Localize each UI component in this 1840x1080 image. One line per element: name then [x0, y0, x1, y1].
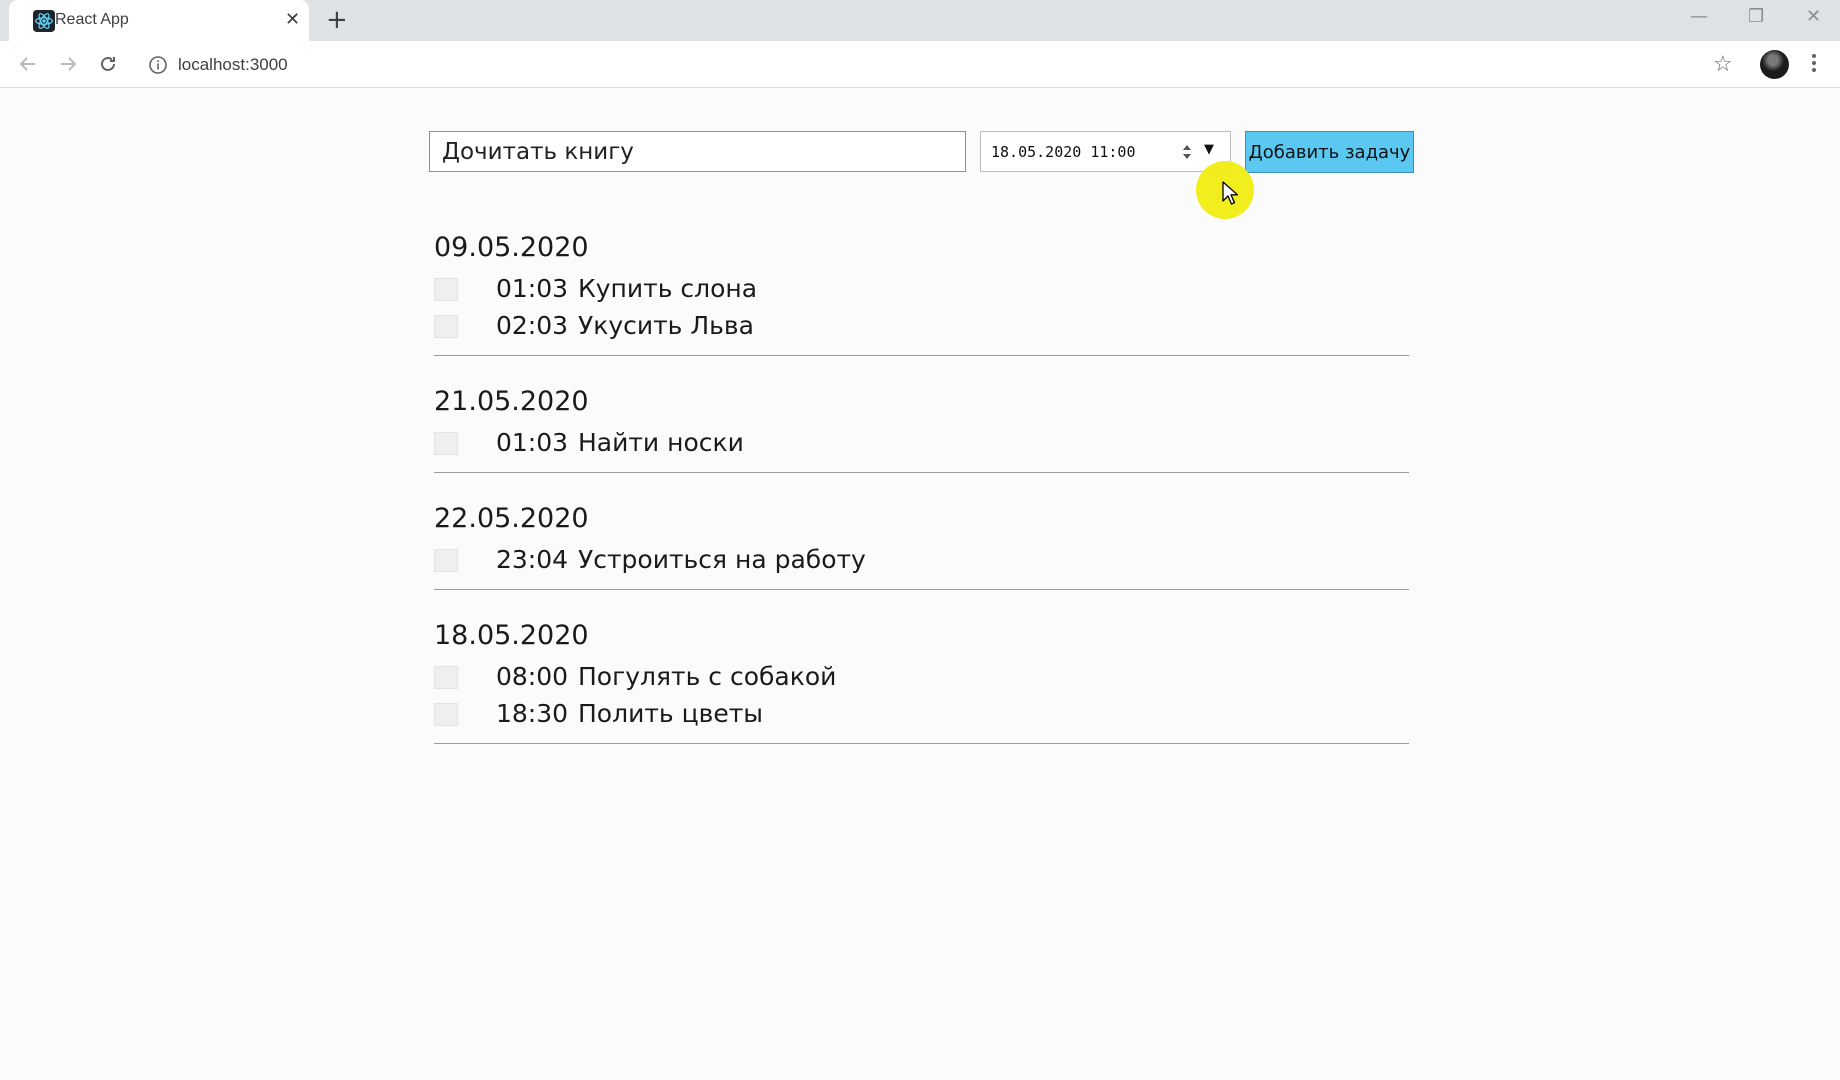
date-group: 09.05.2020 01:03 Купить слона 02:03 Укусить … [434, 226, 1409, 356]
task-title-input[interactable] [429, 131, 966, 172]
task-row: 08:00 Погулять с собакой [434, 658, 1409, 695]
task-time: 08:00 [496, 662, 569, 691]
task-time: 01:03 [496, 428, 569, 457]
close-window-icon[interactable]: ✕ [1806, 6, 1821, 27]
date-group: 18.05.2020 08:00 Погулять с собакой 18:30 По… [434, 614, 1409, 744]
site-info-icon[interactable] [148, 55, 168, 75]
minimize-icon[interactable]: — [1690, 6, 1708, 27]
group-date: 09.05.2020 [434, 232, 589, 263]
task-groups: 09.05.2020 01:03 Купить слона 02:03 Укусить … [434, 226, 1409, 768]
browser-toolbar: localhost:3000 [0, 41, 1840, 88]
group-date: 22.05.2020 [434, 503, 589, 534]
task-title: Устроиться на работу [578, 545, 866, 574]
date-group: 22.05.2020 23:04 Устроиться на работу [434, 497, 1409, 590]
browser-tab[interactable]: React App ✕ [9, 0, 309, 41]
restore-icon[interactable]: ❐ [1748, 6, 1764, 27]
group-date: 18.05.2020 [434, 620, 589, 651]
task-title: Купить слона [578, 274, 758, 303]
task-row: 01:03 Найти носки [434, 424, 1409, 461]
tab-strip: React App ✕ + — ❐ ✕ [0, 0, 1840, 41]
task-checkbox[interactable] [434, 278, 458, 301]
forward-icon[interactable] [54, 50, 82, 78]
address-bar[interactable]: localhost:3000 [140, 47, 1770, 83]
tab-close-icon[interactable]: ✕ [285, 11, 300, 29]
task-title: Погулять с собакой [578, 662, 837, 691]
task-checkbox[interactable] [434, 315, 458, 338]
react-logo-icon [33, 10, 55, 32]
spinner-arrows-icon[interactable] [1182, 141, 1192, 163]
url-text: localhost:3000 [178, 55, 288, 74]
task-checkbox[interactable] [434, 703, 458, 726]
back-icon[interactable] [14, 50, 42, 78]
task-row: 23:04 Устроиться на работу [434, 541, 1409, 578]
task-time: 23:04 [496, 545, 569, 574]
date-group: 21.05.2020 01:03 Найти носки [434, 380, 1409, 473]
task-row: 18:30 Полить цветы [434, 695, 1409, 732]
dropdown-arrow-icon[interactable]: ▼ [1204, 142, 1214, 157]
task-time: 18:30 [496, 699, 569, 728]
task-row: 01:03 Купить слона [434, 270, 1409, 307]
task-checkbox[interactable] [434, 549, 458, 572]
tab-title: React App [55, 11, 129, 28]
task-time: 02:03 [496, 311, 569, 340]
group-date: 21.05.2020 [434, 386, 589, 417]
task-checkbox[interactable] [434, 666, 458, 689]
new-tab-icon[interactable]: + [326, 6, 348, 34]
mouse-cursor-icon [1222, 181, 1238, 205]
task-checkbox[interactable] [434, 432, 458, 455]
task-time: 01:03 [496, 274, 569, 303]
task-title: Найти носки [578, 428, 744, 457]
task-title: Полить цветы [578, 699, 763, 728]
add-task-button[interactable]: Добавить задачу [1245, 131, 1414, 173]
datetime-input[interactable]: 18.05.2020 11:00 ▼ [980, 131, 1231, 172]
profile-avatar[interactable] [1760, 50, 1789, 79]
bookmark-star-icon[interactable]: ☆ [1713, 52, 1733, 77]
reload-icon[interactable] [94, 50, 122, 78]
browser-menu-icon[interactable] [1806, 52, 1822, 74]
task-row: 02:03 Укусить Льва [434, 307, 1409, 344]
task-title: Укусить Льва [578, 311, 754, 340]
datetime-value: 18.05.2020 11:00 [991, 143, 1136, 161]
